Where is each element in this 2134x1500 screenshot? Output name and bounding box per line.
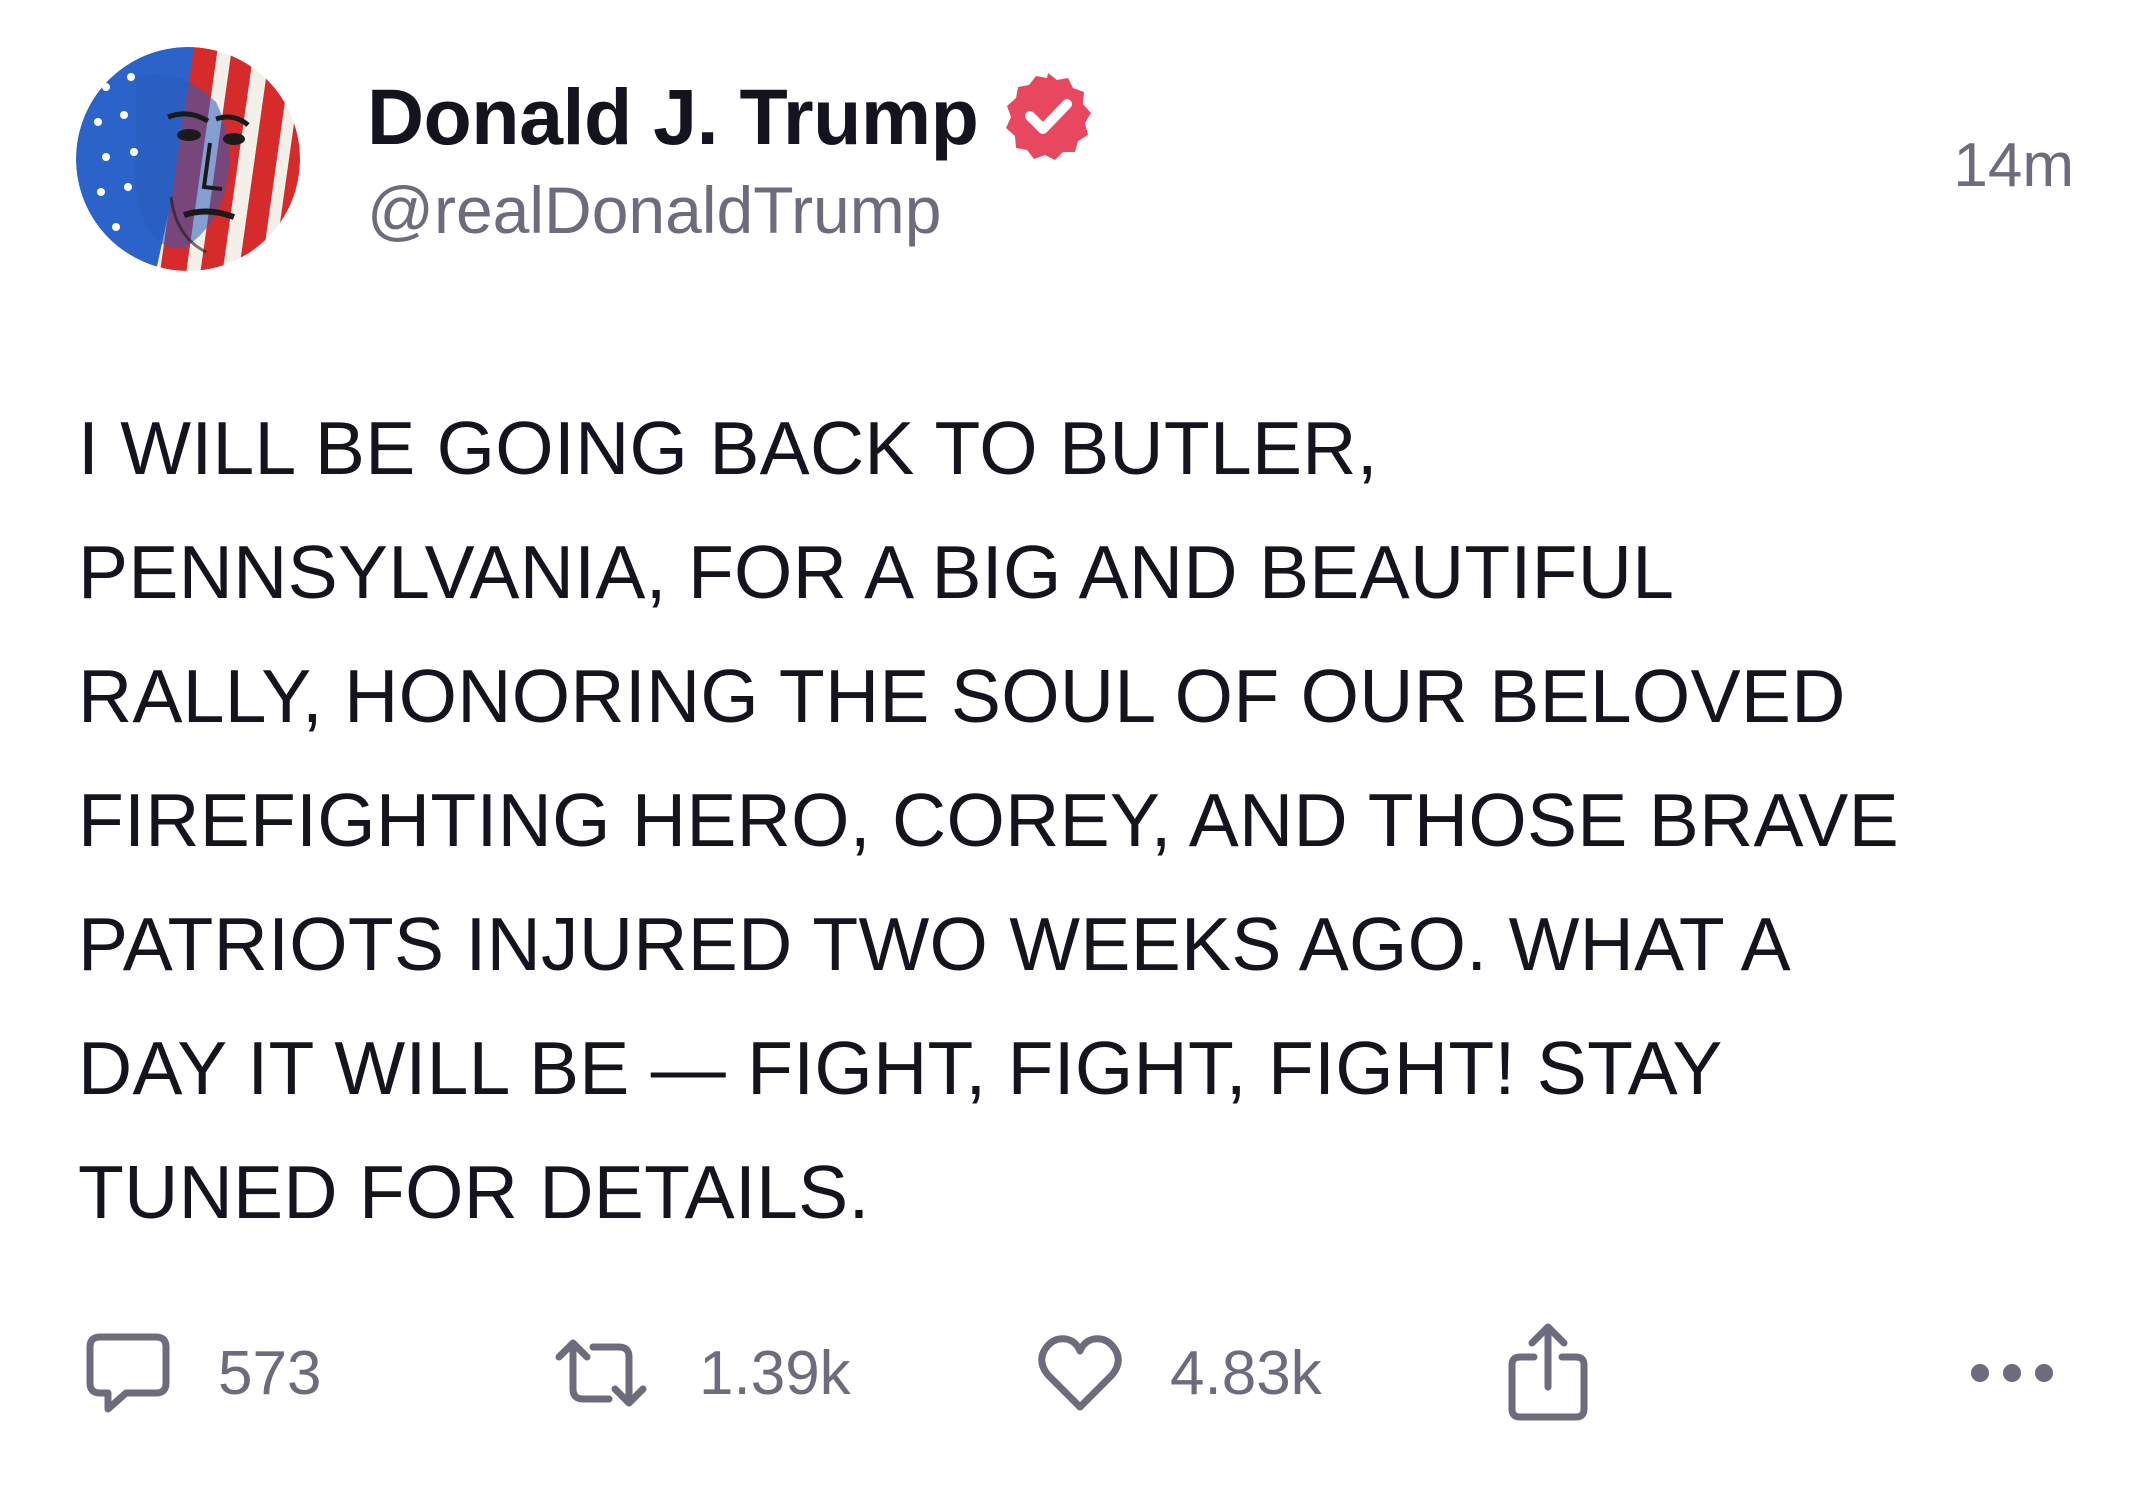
- reply-icon: [86, 1333, 170, 1413]
- post-card: Donald J. Trump @realDonaldTrump 14m I W…: [0, 0, 2134, 1500]
- post-body-line: I WILL BE GOING BACK TO BUTLER,: [78, 406, 1378, 490]
- post-body-line: PATRIOTS INJURED TWO WEEKS AGO. WHAT A: [78, 902, 1791, 986]
- repost-button[interactable]: 1.39k: [547, 1318, 851, 1428]
- repost-icon: [555, 1339, 647, 1407]
- post-body-line: FIREFIGHTING HERO, COREY, AND THOSE BRAV…: [78, 778, 1899, 862]
- post-body-line: DAY IT WILL BE — FIGHT, FIGHT, FIGHT! ST…: [78, 1026, 1723, 1110]
- display-name[interactable]: Donald J. Trump: [367, 77, 979, 156]
- post-body: I WILL BE GOING BACK TO BUTLER, PENNSYLV…: [78, 386, 2078, 1254]
- post-body-line: RALLY, HONORING THE SOUL OF OUR BELOVED: [78, 654, 1846, 738]
- like-button[interactable]: 4.83k: [1034, 1318, 1322, 1428]
- post-body-line: TUNED FOR DETAILS.: [78, 1150, 870, 1234]
- heart-icon: [1038, 1335, 1122, 1411]
- post-body-line: PENNSYLVANIA, FOR A BIG AND BEAUTIFUL: [78, 530, 1675, 614]
- share-icon: [1508, 1323, 1588, 1421]
- author-info: Donald J. Trump @realDonaldTrump: [367, 70, 1094, 247]
- reply-count: 573: [218, 1338, 322, 1408]
- more-options-button[interactable]: [1966, 1318, 2058, 1428]
- reply-button[interactable]: 573: [82, 1318, 321, 1428]
- like-count: 4.83k: [1170, 1338, 1322, 1408]
- post-timestamp[interactable]: 14m: [1953, 130, 2074, 201]
- share-button[interactable]: [1502, 1318, 1594, 1428]
- name-row: Donald J. Trump: [367, 70, 1094, 162]
- verified-badge-icon: [1002, 70, 1094, 162]
- user-handle[interactable]: @realDonaldTrump: [367, 174, 1094, 247]
- action-bar: 573 1.39k 4.83k: [0, 1318, 2134, 1428]
- avatar[interactable]: [76, 47, 300, 271]
- repost-count: 1.39k: [699, 1338, 851, 1408]
- avatar-image: [76, 47, 300, 271]
- more-icon: [1971, 1364, 2053, 1382]
